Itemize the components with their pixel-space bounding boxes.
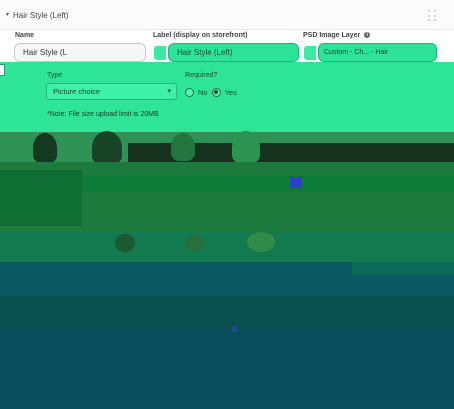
choice-marker — [290, 177, 302, 188]
required-no-radio[interactable] — [185, 87, 194, 97]
required-label: Required? — [185, 72, 218, 79]
hair-thumbnail-3[interactable] — [171, 133, 195, 161]
type-label: Type — [47, 72, 63, 79]
options-panel-top — [0, 62, 454, 66]
psd-input-addon — [304, 46, 316, 60]
content-marker — [232, 326, 238, 332]
content-band-highlight — [352, 262, 454, 274]
choice-row-left — [0, 170, 82, 226]
hair-thumbnail-1[interactable] — [33, 133, 57, 163]
upload-note: *Note: File size upload limit is 20MB — [47, 111, 159, 118]
choice-row-lower — [0, 232, 454, 266]
hair-thumbnail-7[interactable] — [247, 232, 275, 252]
hair-thumbnail-2[interactable] — [92, 131, 122, 164]
info-icon[interactable]: i — [364, 32, 371, 39]
collapse-caret-icon[interactable]: ▾ — [6, 12, 11, 18]
psd-layer-input[interactable]: Custom - Ch... - Hair — [318, 43, 437, 62]
content-band-3 — [0, 330, 454, 409]
required-no-label: No — [198, 87, 208, 97]
required-yes-label: Yes — [224, 87, 237, 97]
name-label: Name — [15, 32, 35, 39]
type-select[interactable]: Picture choice ▾ — [46, 83, 177, 100]
hair-thumbnail-4[interactable] — [232, 131, 260, 163]
hair-thumbnail-6[interactable] — [185, 235, 205, 251]
drag-handle-icon[interactable] — [428, 10, 438, 22]
chevron-down-icon: ▾ — [167, 88, 171, 95]
choice-row-strip — [82, 176, 454, 192]
name-input[interactable]: Hair Style (L — [14, 43, 146, 62]
psd-layer-label-text: PSD Image Layer — [303, 32, 361, 39]
section-title: Hair Style (Left) — [13, 11, 69, 20]
hair-thumbnail-5[interactable] — [115, 234, 135, 252]
required-radio-group: No Yes — [185, 86, 237, 98]
psd-layer-label: PSD Image Layer i — [303, 32, 371, 39]
label-input-addon — [154, 46, 166, 60]
required-yes-radio[interactable] — [211, 87, 221, 97]
panel-toggle-tab[interactable] — [0, 64, 5, 76]
storefront-label-input[interactable]: Hair Style (Left) — [168, 43, 299, 62]
storefront-label-label: Label (display on storefront) — [153, 32, 248, 39]
type-select-value: Picture choice — [53, 87, 101, 96]
content-band-2 — [0, 296, 454, 330]
